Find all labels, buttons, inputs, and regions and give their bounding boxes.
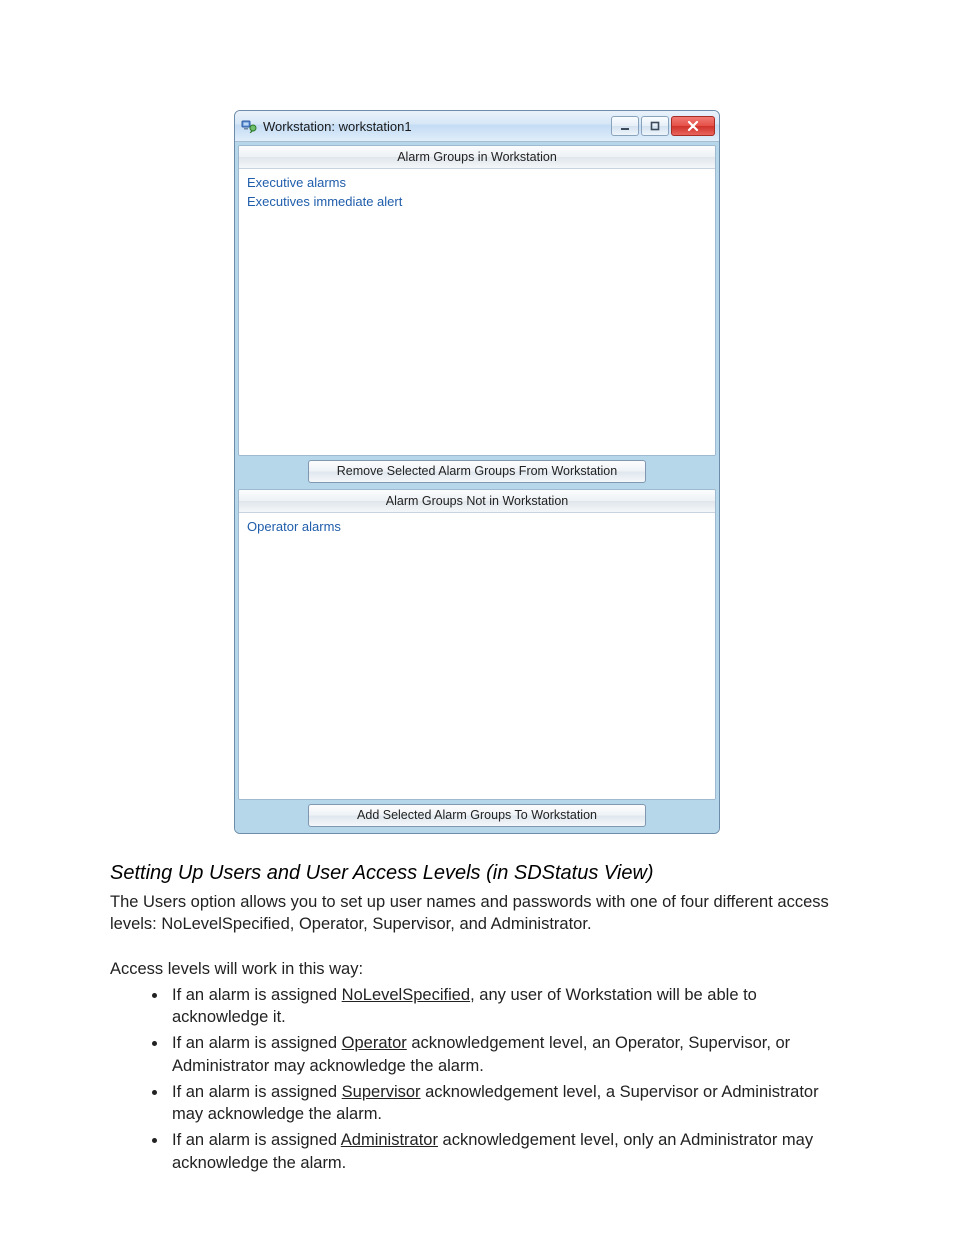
dialog-figure: Workstation: workstation1 xyxy=(234,110,720,834)
list-item: If an alarm is assigned Administrator ac… xyxy=(168,1129,844,1174)
workstation-window: Workstation: workstation1 xyxy=(234,110,720,834)
close-button[interactable] xyxy=(671,116,715,136)
add-groups-button[interactable]: Add Selected Alarm Groups To Workstation xyxy=(308,804,646,827)
window-title: Workstation: workstation1 xyxy=(263,119,412,134)
window-client: Alarm Groups in Workstation Executive al… xyxy=(235,142,719,833)
list-item[interactable]: Executives immediate alert xyxy=(247,192,707,211)
panel-footer-in: Remove Selected Alarm Groups From Workst… xyxy=(238,456,716,483)
remove-groups-button[interactable]: Remove Selected Alarm Groups From Workst… xyxy=(308,460,646,483)
alarm-groups-not-in-panel: Alarm Groups Not in Workstation Operator… xyxy=(238,489,716,800)
panel-header-not-in: Alarm Groups Not in Workstation xyxy=(239,490,715,513)
list-item[interactable]: Operator alarms xyxy=(247,517,707,536)
minimize-button[interactable] xyxy=(611,116,639,136)
alarm-groups-in-panel: Alarm Groups in Workstation Executive al… xyxy=(238,145,716,456)
list-item: If an alarm is assigned NoLevelSpecified… xyxy=(168,984,844,1029)
panel-header-in: Alarm Groups in Workstation xyxy=(239,146,715,169)
intro-tail: . xyxy=(587,915,592,933)
alarm-groups-in-list[interactable]: Executive alarms Executives immediate al… xyxy=(239,169,715,455)
titlebar[interactable]: Workstation: workstation1 xyxy=(235,111,719,142)
access-levels-list: If an alarm is assigned NoLevelSpecified… xyxy=(110,984,844,1174)
window-buttons xyxy=(609,116,715,136)
panel-footer-not-in: Add Selected Alarm Groups To Workstation xyxy=(238,800,716,830)
access-levels-lead: Access levels will work in this way: xyxy=(110,958,844,980)
workstation-icon xyxy=(241,118,257,134)
section-heading: Setting Up Users and User Access Levels … xyxy=(110,862,844,885)
list-item[interactable]: Executive alarms xyxy=(247,173,707,192)
alarm-groups-not-in-list[interactable]: Operator alarms xyxy=(239,513,715,799)
intro-levels-run: NoLevelSpecified, Operator, Supervisor, … xyxy=(161,915,587,933)
maximize-button[interactable] xyxy=(641,116,669,136)
document-page: Workstation: workstation1 xyxy=(0,0,954,1238)
list-item: If an alarm is assigned Supervisor ackno… xyxy=(168,1081,844,1126)
list-item: If an alarm is assigned Operator acknowl… xyxy=(168,1032,844,1077)
intro-paragraph: The Users option allows you to set up us… xyxy=(110,891,844,936)
